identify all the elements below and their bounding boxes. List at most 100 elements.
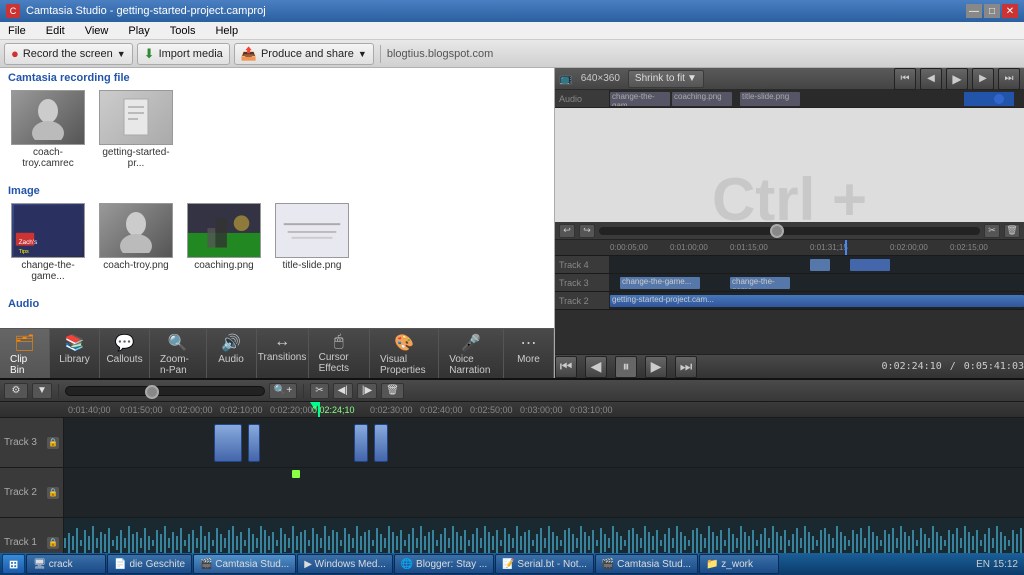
- mini-undo-btn[interactable]: ↩: [559, 224, 575, 238]
- mini-t4-clip1: [810, 259, 830, 271]
- time-current: 0:02:24:10: [882, 361, 942, 372]
- tab-library[interactable]: 📚 Library: [50, 329, 100, 378]
- track-3-clip-2[interactable]: [248, 424, 260, 462]
- tab-clip-bin[interactable]: 🗂 Clip Bin: [0, 329, 50, 378]
- taskbar-item-windows-media[interactable]: ▶ Windows Med...: [297, 554, 393, 574]
- playhead-marker: [318, 402, 320, 418]
- clip-item-getting-started[interactable]: getting-started-pr...: [96, 90, 176, 169]
- ruler-mark-9: 0:03:10;00: [570, 405, 613, 415]
- right-panel: 📺 640×360 Shrink to fit ▼ ⏮ ◀ ▶ ▶ ⏭ Audi…: [555, 68, 1024, 378]
- zoom-in-btn[interactable]: 🔍+: [269, 383, 297, 399]
- taskbar-item-camtasia2[interactable]: 🎬 Camtasia Stud...: [595, 554, 698, 574]
- frame-back-btn[interactable]: ◀|: [333, 383, 353, 399]
- produce-share-button[interactable]: 📤 Produce and share ▼: [234, 43, 374, 65]
- left-panel: Camtasia recording file coach-troy.camre…: [0, 68, 555, 378]
- track-3-clip-4[interactable]: [374, 424, 388, 462]
- preview-nav-end[interactable]: ⏭: [998, 68, 1020, 90]
- clip-item-change-game[interactable]: Zach'sTips change-the-game...: [8, 203, 88, 282]
- record-dropdown-icon[interactable]: ▼: [117, 49, 126, 59]
- mini-t3-clip2: change-the-game...: [730, 277, 790, 289]
- track-3-lock[interactable]: 🔒: [47, 437, 59, 449]
- track-2-lock[interactable]: 🔒: [47, 487, 59, 499]
- produce-icon: 📤: [241, 46, 257, 62]
- scrubber-thumb[interactable]: [145, 385, 159, 399]
- clip-item-title-slide-png[interactable]: title-slide.png: [272, 203, 352, 282]
- tab-callouts[interactable]: 💬 Callouts: [100, 329, 150, 378]
- mini-track-4: Track 4: [555, 256, 1024, 274]
- tab-more[interactable]: ⋯ More: [504, 329, 554, 378]
- recording-section-label: Camtasia recording file: [0, 68, 554, 86]
- track-1-label: Track 1: [4, 537, 37, 548]
- tl-sep2: [303, 384, 304, 398]
- playhead-line: [845, 240, 847, 255]
- timeline-settings-dropdown[interactable]: ▼: [32, 383, 52, 399]
- play-prev[interactable]: ◀: [585, 356, 607, 378]
- mini-del-btn[interactable]: 🗑: [1004, 224, 1020, 238]
- taskbar-item-blogger[interactable]: 🌐 Blogger: Stay ...: [394, 554, 494, 574]
- menu-view[interactable]: View: [81, 24, 113, 38]
- timeline-ruler: 0:01:40;00 0:01:50;00 0:02:00;00 0:02:10…: [0, 402, 1024, 418]
- delete-btn[interactable]: 🗑: [381, 383, 404, 399]
- play-nav-start[interactable]: ⏮: [555, 356, 577, 378]
- track-3-content: [64, 418, 1024, 467]
- mini-timeline-area: ↩ ↪ ✂ 🗑 0:00:05;00 0:01:00;00 0:01:15;00…: [555, 222, 1024, 354]
- start-button[interactable]: ⊞: [2, 554, 25, 574]
- import-media-button[interactable]: ⬇ Import media: [137, 43, 230, 65]
- play-next[interactable]: ▶: [645, 356, 667, 378]
- frame-fwd-btn[interactable]: |▶: [357, 383, 377, 399]
- menu-tools[interactable]: Tools: [166, 24, 200, 38]
- tab-cursor-effects[interactable]: 🖱 Cursor Effects: [309, 329, 370, 378]
- timeline-scrubber[interactable]: [65, 386, 265, 396]
- mini-scrubber-thumb[interactable]: [770, 224, 784, 238]
- minimize-button[interactable]: —: [966, 4, 982, 18]
- menu-help[interactable]: Help: [211, 24, 242, 38]
- preview-prev-frame[interactable]: ◀: [920, 68, 942, 90]
- tray-lang: EN: [976, 559, 990, 570]
- mini-split-btn[interactable]: ✂: [984, 224, 1000, 238]
- ruler-mark-5: 0:02:30;00: [370, 405, 413, 415]
- taskbar-item-zwork[interactable]: 📁 z_work: [699, 554, 779, 574]
- menu-edit[interactable]: Edit: [42, 24, 69, 38]
- clip-item-coach-rec[interactable]: coach-troy.camrec: [8, 90, 88, 169]
- taskbar-item-camtasia1[interactable]: 🎬 Camtasia Stud...: [193, 554, 296, 574]
- preview-play-pause[interactable]: ▶: [946, 68, 968, 90]
- produce-dropdown-icon[interactable]: ▼: [358, 49, 367, 59]
- mini-scrubber[interactable]: [599, 227, 980, 235]
- ruler-mark-7: 0:02:50;00: [470, 405, 513, 415]
- mini-redo-btn[interactable]: ↪: [579, 224, 595, 238]
- track-1-lock[interactable]: 🔒: [47, 537, 59, 549]
- clip-bin-scroll[interactable]: Camtasia recording file coach-troy.camre…: [0, 68, 554, 328]
- track-2-label: Track 2: [4, 487, 37, 498]
- play-pause-btn[interactable]: ⏸: [615, 356, 637, 378]
- record-screen-button[interactable]: ● Record the screen ▼: [4, 43, 133, 65]
- preview-nav-start[interactable]: ⏮: [894, 68, 916, 90]
- track-3-clip-3[interactable]: [354, 424, 368, 462]
- svg-text:Zach's: Zach's: [19, 239, 38, 246]
- taskbar-item-serial[interactable]: 📝 Serial.bt - Not...: [495, 554, 594, 574]
- menu-play[interactable]: Play: [124, 24, 153, 38]
- track-3-clip-1[interactable]: [214, 424, 242, 462]
- play-nav-end[interactable]: ⏭: [675, 356, 697, 378]
- tab-transitions[interactable]: ↔ Transitions: [257, 329, 309, 378]
- timeline-settings-btn[interactable]: ⚙: [4, 383, 28, 399]
- ruler-mark-6: 0:02:40;00: [420, 405, 463, 415]
- zoom-dropdown[interactable]: Shrink to fit ▼: [628, 70, 704, 88]
- taskbar-item-crack[interactable]: 🖥 crack: [26, 554, 106, 574]
- preview-size-label: 640×360: [577, 73, 624, 84]
- taskbar-item-geschite[interactable]: 📄 die Geschite: [107, 554, 192, 574]
- close-button[interactable]: ✕: [1002, 4, 1018, 18]
- audio-icon: 🔊: [221, 333, 241, 353]
- clip-item-coach-troy-png[interactable]: coach-troy.png: [96, 203, 176, 282]
- clip-item-coaching-png[interactable]: coaching.png: [184, 203, 264, 282]
- menu-file[interactable]: File: [4, 24, 30, 38]
- split-btn[interactable]: ✂: [310, 383, 328, 399]
- tab-zoom-n-pan[interactable]: 🔍 Zoom-n-Pan: [150, 329, 207, 378]
- tab-voice-narration[interactable]: 🎤 Voice Narration: [439, 329, 504, 378]
- time-total: 0:05:41:03: [964, 361, 1024, 372]
- tab-visual-properties[interactable]: 🎨 Visual Properties: [370, 329, 439, 378]
- preview-next-frame[interactable]: ▶: [972, 68, 994, 90]
- transitions-icon: ↔: [274, 333, 290, 351]
- svg-text:Tips: Tips: [19, 249, 29, 255]
- tab-audio[interactable]: 🔊 Audio: [207, 329, 257, 378]
- maximize-button[interactable]: □: [984, 4, 1000, 18]
